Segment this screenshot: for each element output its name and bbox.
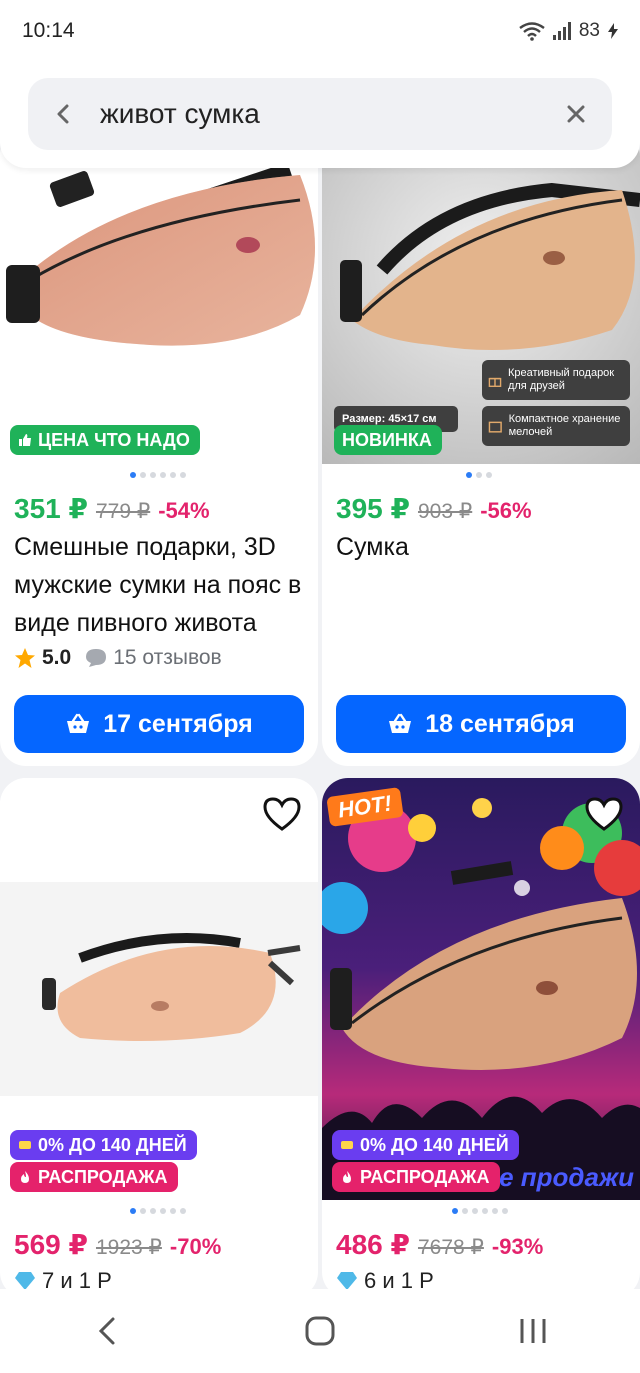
delivery-button[interactable]: 18 сентября	[336, 695, 626, 753]
old-price: 903 ₽	[417, 500, 473, 523]
badge-installment: 0% ДО 140 ДНЕЙ	[332, 1130, 519, 1160]
review-count: 15 отзывов	[113, 646, 222, 669]
nav-home-button[interactable]	[280, 1301, 360, 1361]
price-row: 351 ₽ 779 ₽ -54%	[14, 492, 210, 525]
image-pagination	[466, 472, 492, 478]
status-indicators: 83	[519, 20, 618, 42]
product-image[interactable]	[0, 130, 318, 464]
product-card[interactable]: 0% ДО 140 ДНЕЙ РАСПРОДАЖА 569 ₽ 1923 ₽ -…	[0, 778, 318, 1298]
nav-back-button[interactable]	[67, 1301, 147, 1361]
price: 351 ₽	[14, 493, 88, 524]
product-title[interactable]: Сумка	[336, 528, 636, 566]
discount: -93%	[491, 1234, 544, 1259]
info-tag-storage: Компактное хранение мелочей	[482, 406, 630, 446]
price: 486 ₽	[336, 1229, 410, 1260]
price-row: 486 ₽ 7678 ₽ -93%	[336, 1228, 543, 1261]
card-icon	[341, 1141, 353, 1149]
favorite-button[interactable]	[260, 792, 304, 836]
badge-sale: РАСПРОДАЖА	[332, 1162, 500, 1192]
box-icon	[488, 421, 502, 433]
price-row: 395 ₽ 903 ₽ -56%	[336, 492, 532, 525]
nav-recents-button[interactable]	[493, 1301, 573, 1361]
info-tag-gift: Креативный подарок для друзей	[482, 360, 630, 400]
basket-icon	[389, 713, 412, 733]
price: 395 ₽	[336, 493, 410, 524]
favorite-button[interactable]	[582, 792, 626, 836]
price-row: 569 ₽ 1923 ₽ -70%	[14, 1228, 221, 1261]
charging-icon	[608, 23, 618, 39]
image-pagination	[452, 1208, 508, 1214]
rating-row: 5.0 15 отзывов	[14, 646, 222, 670]
chevron-left-icon	[57, 104, 69, 124]
close-icon	[567, 105, 585, 123]
product-card[interactable]: ЦЕНА ЧТО НАДО 351 ₽ 779 ₽ -54% Смешные п…	[0, 130, 318, 766]
thumbs-up-icon	[19, 434, 31, 446]
image-pagination	[130, 472, 186, 478]
back-icon	[98, 1317, 115, 1345]
product-title[interactable]: Смешные подарки, 3D мужские сумки на поя…	[14, 528, 314, 642]
badge-new: НОВИНКА	[334, 425, 442, 455]
gift-icon	[488, 377, 502, 387]
card-icon	[19, 1141, 31, 1149]
price: 569 ₽	[14, 1229, 88, 1260]
signal-icon	[552, 22, 571, 40]
rating-value: 5.0	[42, 646, 72, 669]
badge-installment: 0% ДО 140 ДНЕЙ	[10, 1130, 197, 1160]
old-price: 1923 ₽	[95, 1236, 162, 1259]
basket-icon	[67, 713, 90, 733]
diamond-icon	[15, 1272, 35, 1290]
old-price: 779 ₽	[95, 500, 151, 523]
discount: -56%	[480, 498, 532, 523]
image-pagination	[130, 1208, 186, 1214]
badge-sale: РАСПРОДАЖА	[10, 1162, 178, 1192]
search-box[interactable]: живот сумка	[28, 78, 612, 150]
discount: -70%	[169, 1234, 222, 1259]
status-time: 10:14	[22, 19, 75, 42]
discount: -54%	[158, 498, 210, 523]
old-price: 7678 ₽	[417, 1236, 484, 1259]
heart-icon	[263, 797, 301, 831]
diamond-icon	[337, 1272, 357, 1290]
search-header: живот сумка	[0, 62, 640, 168]
badge-price: ЦЕНА ЧТО НАДО	[10, 425, 200, 455]
comment-icon	[86, 649, 107, 667]
back-button[interactable]	[28, 78, 98, 150]
product-card[interactable]: Креативный подарок для друзей Компактное…	[322, 130, 640, 766]
clear-search-button[interactable]	[540, 78, 612, 150]
star-icon	[15, 648, 35, 668]
system-nav-bar	[0, 1289, 640, 1373]
battery-level: 83	[578, 20, 600, 41]
fire-icon	[343, 1171, 351, 1183]
fire-icon	[21, 1171, 29, 1183]
product-grid: ЦЕНА ЧТО НАДО 351 ₽ 779 ₽ -54% Смешные п…	[0, 0, 640, 1373]
status-bar: 10:14 83	[0, 0, 640, 62]
search-input[interactable]: живот сумка	[98, 98, 540, 130]
heart-icon	[585, 797, 623, 831]
product-card[interactable]: HOT! Горячие продажи 0% ДО 140 ДНЕЙ РАСП…	[322, 778, 640, 1298]
delivery-button[interactable]: 17 сентября	[14, 695, 304, 753]
recents-icon	[520, 1319, 546, 1343]
home-icon	[305, 1316, 335, 1346]
wifi-icon	[519, 22, 545, 41]
